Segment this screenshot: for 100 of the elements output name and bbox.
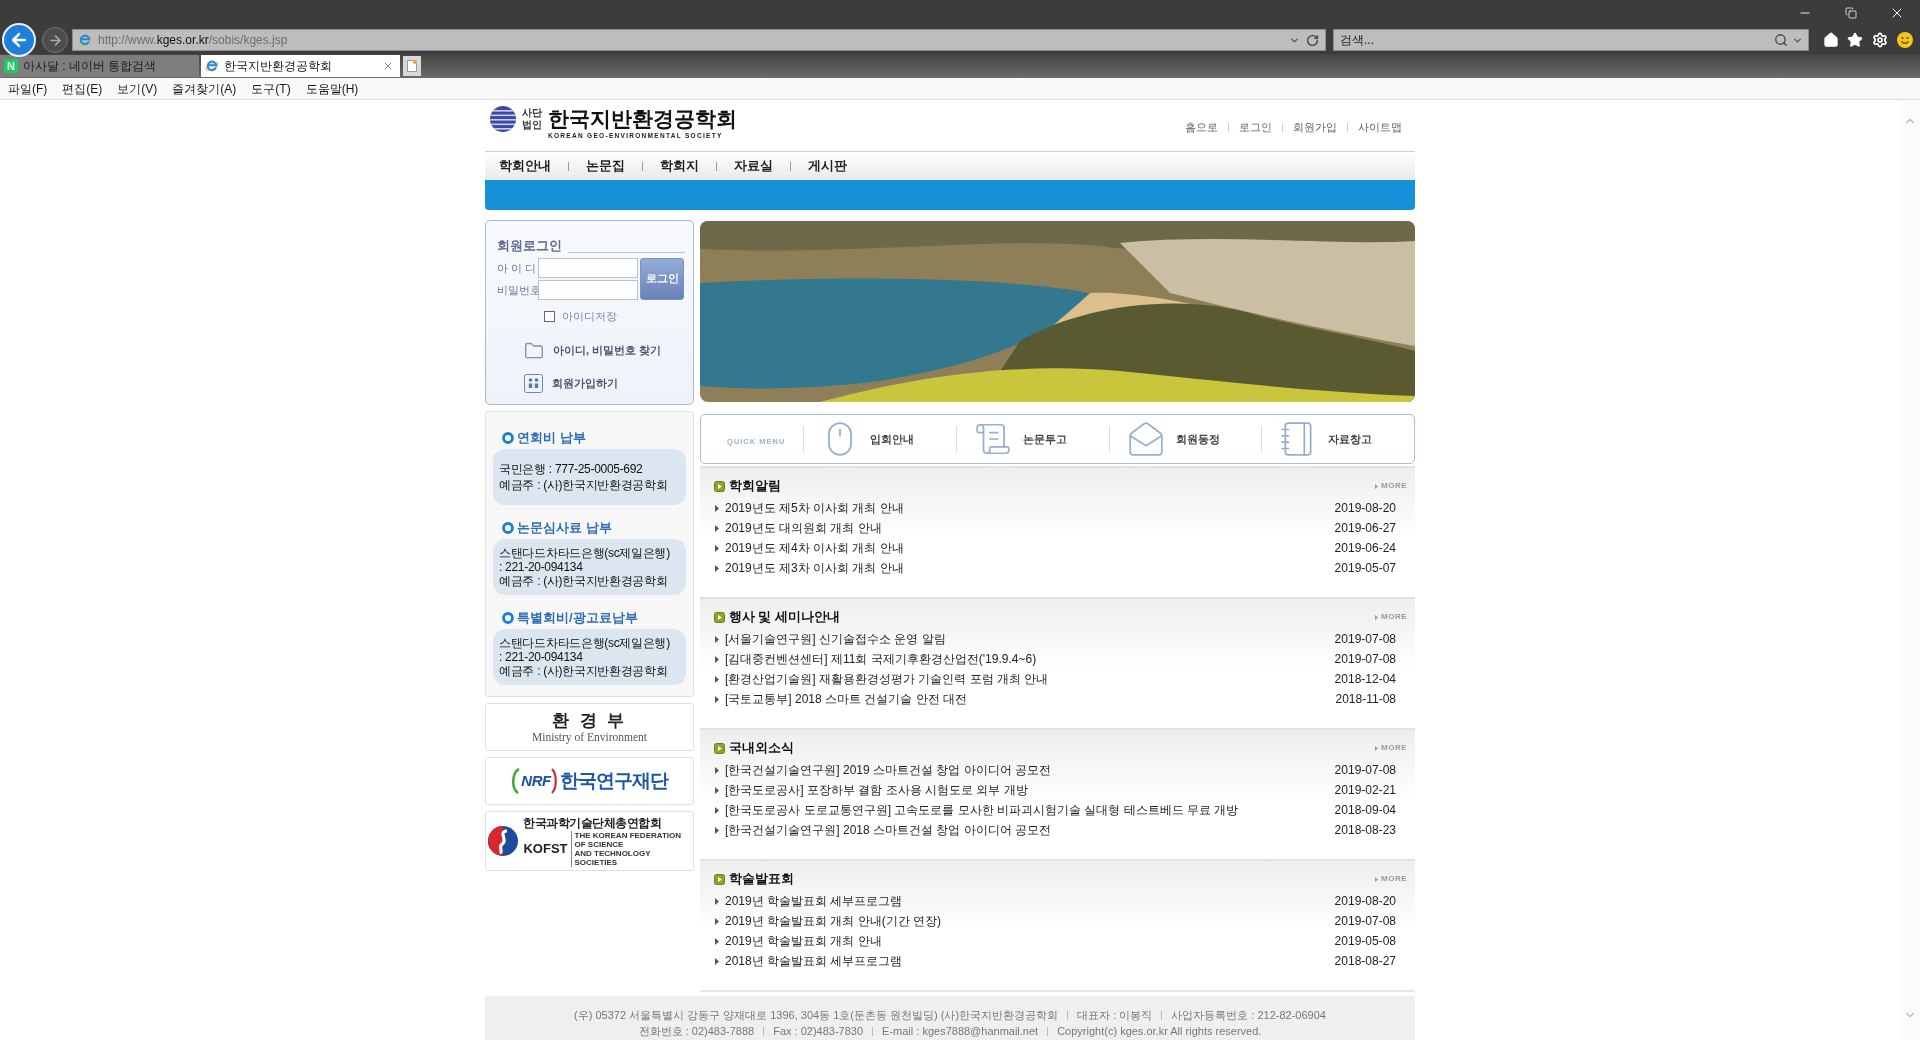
menu-item[interactable]: 도움말(H)	[305, 79, 359, 98]
address-field[interactable]: http://www.kges.or.kr/sobis/kges.jsp	[72, 29, 1326, 51]
post-title-link[interactable]: 2019년도 대의원회 개최 안내	[725, 519, 882, 537]
post-date: 2019-07-08	[1334, 631, 1396, 648]
post-title-link[interactable]: 2019년도 제4차 이사회 개최 안내	[725, 539, 904, 557]
post-date: 2019-08-20	[1334, 500, 1396, 517]
play-square-icon	[714, 611, 725, 623]
quick-menu-link[interactable]: 입회안내	[821, 420, 914, 458]
restore-icon[interactable]	[1845, 7, 1857, 19]
forward-button[interactable]	[42, 27, 68, 53]
partner-tagline: THE KOREAN FEDERATION OF SCIENCE AND TECHNOLOGY SOCIETIES	[570, 830, 691, 867]
triangle-bullet-icon	[715, 786, 719, 794]
quick-menu-link[interactable]: 자료창고	[1279, 420, 1373, 458]
back-button[interactable]	[2, 23, 36, 57]
browser-tab[interactable]: N 아사달 : 네이버 통합검색	[0, 55, 199, 77]
browser-tab[interactable]: 한국지반환경공학회	[201, 55, 400, 77]
post-date: 2019-06-24	[1334, 540, 1396, 557]
post-title-link[interactable]: 2018년 학술발표회 세부프로그램	[725, 952, 903, 970]
play-square-icon	[714, 480, 725, 492]
field-label: 아 이 디	[497, 260, 538, 276]
partner-name: 한국과학기술단체총연합회	[523, 815, 663, 831]
home-icon[interactable]	[1823, 32, 1839, 48]
post-date: 2019-07-08	[1334, 651, 1396, 668]
new-tab-button[interactable]	[403, 56, 421, 76]
settings-icon[interactable]	[1872, 32, 1888, 48]
board-title: 학술발표회	[729, 870, 794, 888]
partner-banner-link[interactable]: NRF 한국연구재단	[485, 757, 694, 805]
triangle-bullet-icon	[715, 897, 719, 905]
triangle-bullet-icon	[715, 917, 719, 925]
partner-name: 환 경 부	[552, 710, 627, 731]
post-date: 2019-02-21	[1334, 782, 1396, 799]
partner-subtitle: Ministry of Environment	[532, 730, 647, 744]
post-title-link[interactable]: 2019년 학술발표회 세부프로그램	[725, 892, 903, 910]
post-date: 2018-12-04	[1334, 671, 1396, 688]
post-title-link[interactable]: [환경산업기술원] 재활용환경성평가 기술인력 포럼 개최 안내	[725, 670, 1049, 688]
nav-menu-item[interactable]: 논문집	[586, 156, 625, 176]
top-link[interactable]: 로그인	[1239, 119, 1272, 136]
triangle-bullet-icon	[715, 957, 719, 965]
new-page-icon	[407, 60, 417, 72]
login-link[interactable]: 아이디, 비밀번호 찾기	[524, 340, 685, 361]
post-title-link[interactable]: [한국도로공사] 포장하부 결함 조사용 시험도로 외부 개방	[725, 781, 1028, 799]
password-input[interactable]	[538, 280, 638, 300]
menu-item[interactable]: 파일(F)	[8, 79, 48, 98]
triangle-bullet-icon	[715, 826, 719, 834]
post-date: 2019-07-08	[1334, 913, 1396, 930]
triangle-bullet-icon	[715, 675, 719, 683]
search-field[interactable]: 검색...	[1333, 29, 1809, 51]
play-square-icon	[714, 873, 725, 885]
nav-menu-item[interactable]: 학회지	[660, 156, 699, 176]
login-link[interactable]: 회원가입하기	[524, 373, 685, 393]
post-title-link[interactable]: 2019년도 제5차 이사회 개최 안내	[725, 499, 904, 517]
menu-item[interactable]: 보기(V)	[117, 79, 158, 98]
menu-item[interactable]: 편집(E)	[62, 79, 103, 98]
top-link[interactable]: 회원가입	[1293, 119, 1337, 136]
corporate-label: 사단 법인	[522, 107, 542, 131]
login-title: 회원로그인	[497, 239, 562, 254]
top-link[interactable]: 홈으로	[1185, 119, 1218, 136]
people-icon	[524, 373, 543, 393]
footer-text: 대표자 : 이봉직	[1077, 1008, 1153, 1023]
envelope-icon	[1126, 420, 1165, 458]
quick-menu-link[interactable]: 논문투고	[973, 420, 1067, 458]
quick-menu-link[interactable]: 회원동정	[1126, 420, 1220, 458]
search-icon[interactable]	[1774, 33, 1788, 47]
post-date: 2019-08-20	[1334, 893, 1396, 910]
menu-item[interactable]: 도구(T)	[251, 79, 291, 98]
triangle-bullet-icon	[715, 655, 719, 663]
id-input[interactable]	[538, 258, 638, 278]
triangle-bullet-icon	[715, 524, 719, 532]
nav-menu-item[interactable]: 게시판	[808, 156, 847, 176]
field-label: 비밀번호	[497, 282, 538, 298]
post-title-link[interactable]: [한국건설기술연구원] 2019 스마트건설 창업 아이디어 공모전	[725, 761, 1052, 779]
board-title: 국내외소식	[729, 739, 794, 757]
smiley-icon[interactable]	[1897, 32, 1913, 48]
board-title: 학회알림	[729, 477, 781, 495]
partner-banner-link[interactable]: 환 경 부 Ministry of Environment	[485, 703, 694, 751]
triangle-bullet-icon	[715, 766, 719, 774]
post-title-link[interactable]: [서울기술연구원] 신기술접수소 운영 알림	[725, 630, 946, 648]
star-icon[interactable]	[1847, 32, 1863, 48]
circle-emblem-icon	[488, 826, 519, 856]
post-title-link[interactable]: 2019년도 제3차 이사회 개최 안내	[725, 559, 904, 577]
footer-text: 전화번호 : 02)483-7888	[638, 1024, 755, 1039]
post-title-link[interactable]: [한국도로공사 도로교통연구원] 고속도로를 모사한 비파괴시험기술 실대형 테스트베드 무료 개방	[725, 801, 1239, 819]
footer-text: (우) 05372 서울특별시 강동구 양재대로 1396, 304동 1호(둔촌동 원천빌딩) (사)한국지반환경공학회	[574, 1008, 1059, 1023]
post-title-link[interactable]: [국토교통부] 2018 스마트 건설기술 안전 대전	[725, 690, 968, 708]
remember-checkbox[interactable]	[544, 310, 555, 322]
payment-title: 논문심사료 납부	[517, 519, 612, 538]
account-info: 국민은행 : 777-25-0005-692 예금주 : (사)한국지반환경공학회	[493, 449, 686, 505]
nav-menu-item[interactable]: 학회안내	[499, 156, 551, 176]
nav-menu-item[interactable]: 자료실	[734, 156, 773, 176]
menu-item[interactable]: 즐겨찾기(A)	[172, 79, 237, 98]
payment-title: 연회비 납부	[517, 429, 586, 448]
triangle-bullet-icon	[715, 806, 719, 814]
refresh-icon[interactable]	[1306, 33, 1319, 47]
triangle-icon	[1375, 745, 1378, 751]
top-link[interactable]: 사이트맵	[1358, 119, 1402, 136]
post-title-link[interactable]: 2019년 학술발표회 개최 안내	[725, 932, 882, 950]
post-title-link[interactable]: 2019년 학술발표회 개최 안내(기간 연장)	[725, 912, 942, 930]
post-title-link[interactable]: [한국건설기술연구원] 2018 스마트건설 창업 아이디어 공모전	[725, 821, 1052, 839]
post-title-link[interactable]: [김대중컨벤션센터] 제11회 국제기후환경산업전('19.9.4~6)	[725, 650, 1037, 668]
partner-abbr: KOFST	[523, 840, 568, 857]
